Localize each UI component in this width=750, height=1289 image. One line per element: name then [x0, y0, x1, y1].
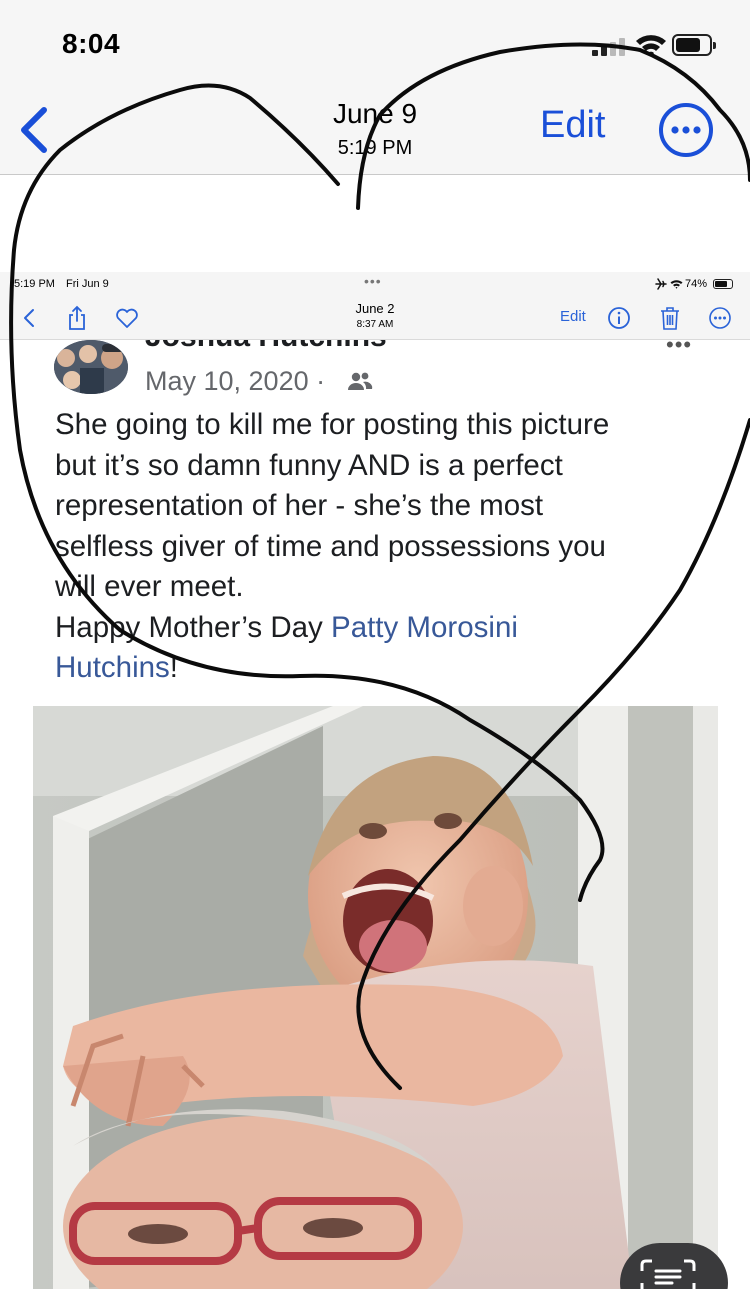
- wifi-icon: [670, 280, 683, 289]
- battery-level: [676, 38, 700, 52]
- inner-toolbar-time: 8:37 AM: [356, 319, 394, 330]
- inner-battery-level: [715, 281, 727, 287]
- trash-icon[interactable]: [657, 305, 683, 331]
- post-date[interactable]: May 10, 2020 ·: [145, 366, 325, 397]
- ellipsis-circle-icon[interactable]: [658, 102, 714, 158]
- inner-photo-toolbar: June 2 8:37 AM Edit: [0, 296, 750, 340]
- battery-icon: [713, 279, 733, 289]
- post-line: will ever meet.: [55, 570, 244, 603]
- status-bar: 8:04: [0, 0, 750, 90]
- chevron-left-icon[interactable]: [16, 305, 42, 331]
- post-photo[interactable]: [33, 706, 718, 1289]
- inner-status-time: 5:19 PM: [14, 278, 55, 290]
- battery-icon: [672, 34, 716, 56]
- post-line: representation of her - she’s the most: [55, 489, 544, 522]
- inner-battery-percent: 74%: [685, 278, 708, 290]
- post-line: Hutchins!: [55, 648, 715, 689]
- mention-link[interactable]: Hutchins: [55, 651, 170, 684]
- greeting-text: Happy Mother’s Day: [55, 610, 332, 644]
- nav-date: June 9: [332, 98, 418, 129]
- post-body: She going to kill me for posting this pi…: [55, 405, 715, 689]
- live-text-button[interactable]: [620, 1243, 728, 1289]
- nav-time: 5:19 PM: [337, 137, 413, 159]
- post-author-name[interactable]: Joshua Hutchins: [145, 340, 387, 354]
- inner-status-indicators: 74%: [655, 275, 745, 293]
- status-time: 8:04: [62, 28, 121, 59]
- photo-nav-bar: June 9 5:19 PM Edit: [0, 90, 750, 175]
- avatar[interactable]: [54, 340, 128, 394]
- info-icon[interactable]: [606, 305, 632, 331]
- airplane-icon: [655, 278, 667, 290]
- edit-button[interactable]: Edit: [540, 104, 605, 147]
- wifi-icon: [636, 35, 666, 57]
- inner-edit-button[interactable]: Edit: [560, 308, 586, 325]
- multitask-dots: •••: [364, 273, 382, 289]
- share-icon[interactable]: [64, 305, 90, 331]
- inner-status-bar: 5:19 PM Fri Jun 9 ••• 74%: [0, 272, 750, 296]
- chevron-left-icon[interactable]: [14, 104, 54, 156]
- post-line: Happy Mother’s Day Patty Morosini: [55, 608, 715, 649]
- post-line: She going to kill me for posting this pi…: [55, 408, 610, 441]
- mention-link[interactable]: Patty Morosini: [331, 611, 518, 644]
- photo-top-margin: [0, 176, 750, 272]
- live-text-icon: [640, 1259, 696, 1289]
- friends-audience-icon: [348, 372, 373, 390]
- embedded-screenshot: 5:19 PM Fri Jun 9 ••• 74% June 2 8:37 AM…: [0, 272, 750, 1289]
- inner-toolbar-date: June 2: [355, 301, 395, 316]
- heart-icon[interactable]: [114, 305, 140, 331]
- greeting-punctuation: !: [169, 651, 178, 684]
- post-line: selfless giver of time and possessions y…: [55, 529, 606, 563]
- ellipsis-circle-icon[interactable]: [707, 305, 733, 331]
- facebook-post: Joshua Hutchins ••• May 10, 2020 · She g…: [0, 340, 750, 1289]
- post-more-icon[interactable]: •••: [666, 340, 692, 358]
- cellular-signal-icon: [592, 36, 628, 56]
- inner-status-date: Fri Jun 9: [66, 278, 109, 290]
- post-line: but it’s so damn funny AND is a perfect: [55, 448, 563, 482]
